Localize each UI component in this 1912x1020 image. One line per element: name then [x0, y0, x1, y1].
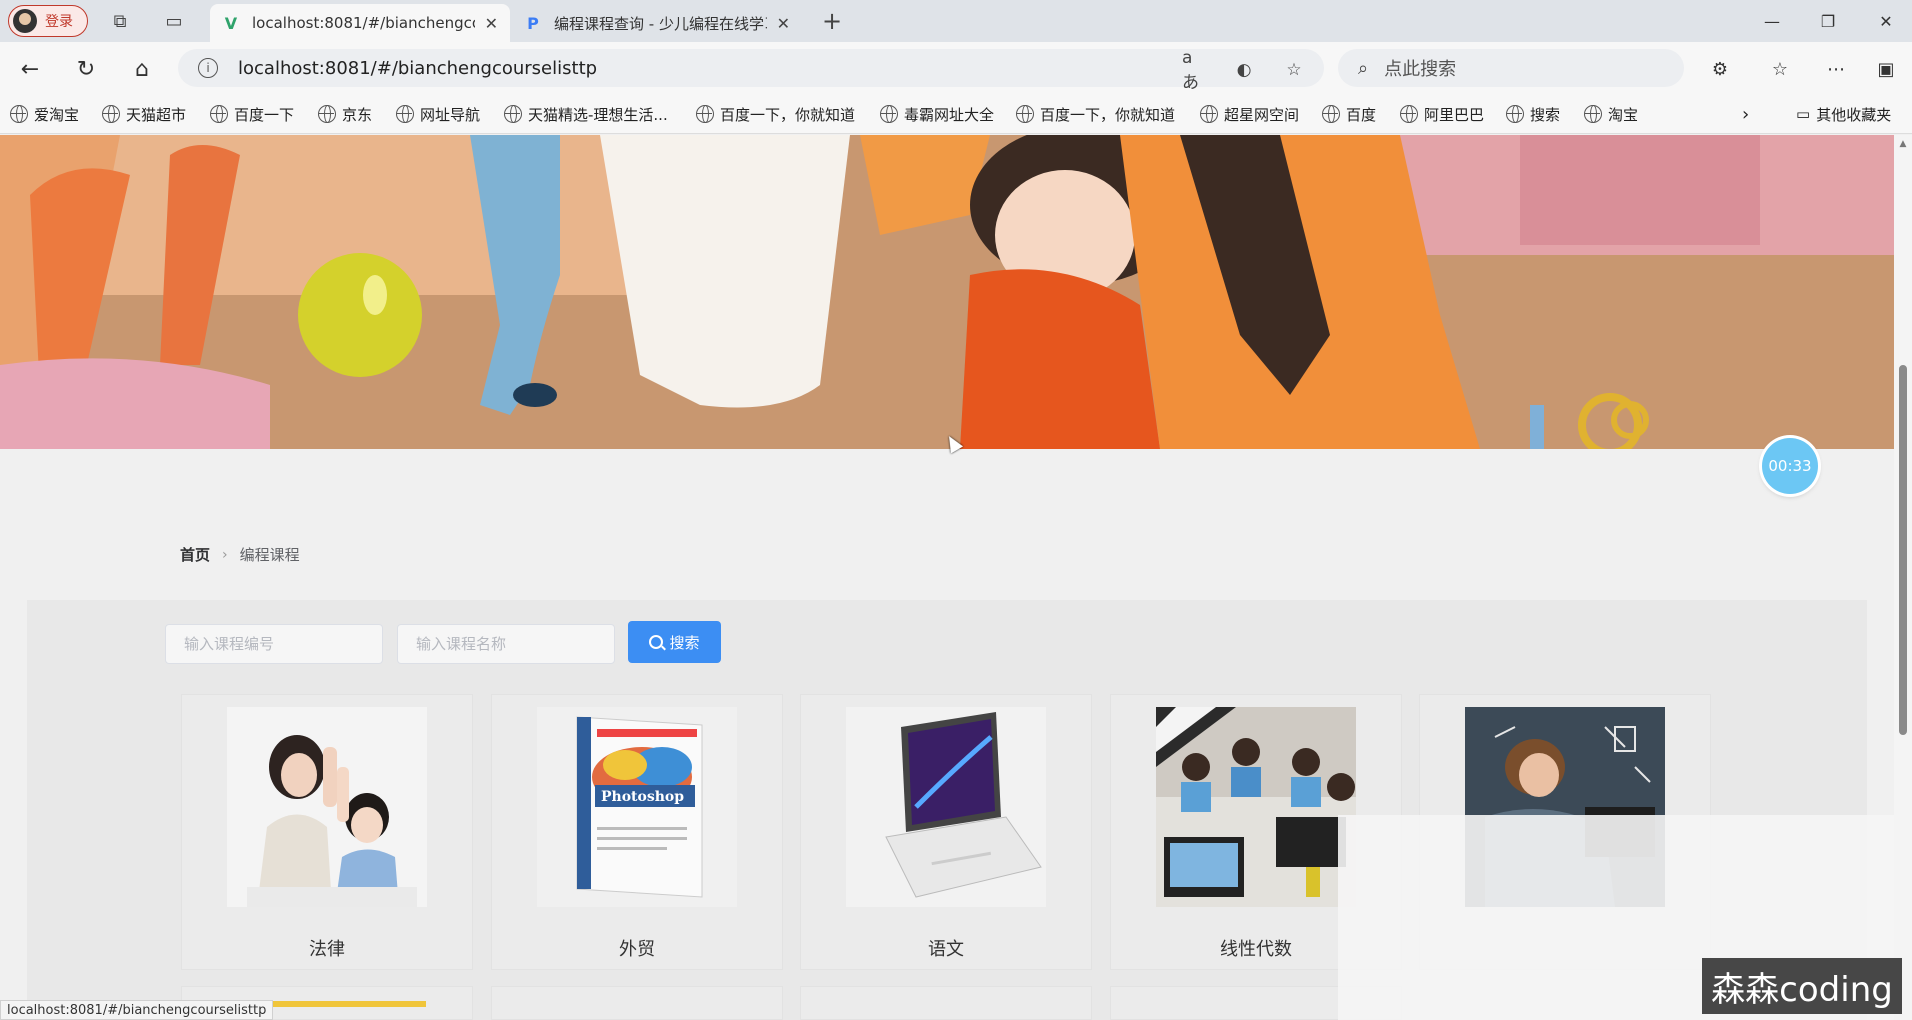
globe-icon — [1016, 105, 1034, 123]
edge-icon[interactable]: ◐ — [1232, 58, 1256, 82]
globe-icon — [102, 105, 120, 123]
back-icon[interactable]: ← — [16, 55, 44, 83]
status-bar: localhost:8081/#/bianchengcourselisttp — [0, 1000, 274, 1020]
home-icon[interactable]: ⌂ — [128, 55, 156, 83]
page-scrollbar[interactable]: ▲ — [1894, 135, 1912, 1020]
more-icon[interactable]: ⋯ — [1822, 55, 1850, 83]
favorites-icon[interactable]: ☆ — [1766, 55, 1794, 83]
globe-icon — [1506, 105, 1524, 123]
search-placeholder: 点此搜索 — [1384, 59, 1457, 80]
close-icon[interactable]: ✕ — [777, 14, 790, 33]
browser-toolbar: ← ↻ ⌂ i localhost:8081/#/bianchengcourse… — [0, 42, 1912, 94]
bookmark-item[interactable]: 百度 — [1322, 102, 1376, 126]
folder-icon: ▭ — [1796, 105, 1811, 123]
bookmark-item[interactable]: 京东 — [318, 102, 372, 126]
bookmark-item[interactable]: 百度一下，你就知道 — [696, 102, 855, 126]
close-icon[interactable]: ✕ — [485, 14, 498, 33]
course-card[interactable]: 语文 — [800, 694, 1092, 970]
bookmark-item[interactable]: 淘宝 — [1584, 102, 1638, 126]
course-name-input[interactable] — [397, 624, 615, 664]
scroll-up-icon[interactable]: ▲ — [1898, 139, 1908, 149]
watermark: 森森coding — [1702, 958, 1902, 1014]
globe-icon — [318, 105, 336, 123]
globe-icon — [10, 105, 28, 123]
course-title: 法律 — [309, 939, 345, 960]
browser-search-box[interactable]: ⌕ 点此搜索 — [1338, 49, 1684, 87]
globe-icon — [1322, 105, 1340, 123]
hero-banner — [0, 135, 1894, 449]
bookmark-item[interactable]: 天猫精选-理想生活... — [504, 102, 668, 126]
search-icon — [649, 635, 664, 649]
globe-icon — [396, 105, 414, 123]
search-button[interactable]: 搜索 — [628, 621, 721, 663]
course-card[interactable]: 法律 — [181, 694, 473, 970]
course-image — [227, 707, 427, 907]
search-icon: ⌕ — [1358, 57, 1369, 79]
bookmark-item[interactable]: 天猫超市 — [102, 102, 186, 126]
breadcrumb-home[interactable]: 首页 — [180, 544, 210, 565]
bookmarks-more-icon[interactable]: › — [1742, 102, 1749, 126]
tab-localhost[interactable]: V localhost:8081/#/bianchengcours ✕ — [210, 4, 510, 42]
bookmarks-bar: 爱淘宝 天猫超市 百度一下 京东 网址导航 天猫精选-理想生活... 百度一下，… — [0, 94, 1912, 134]
banner-illustration — [0, 135, 1894, 449]
course-image — [846, 707, 1046, 907]
browser-tabstrip: 登录 ⧉ ▭ V localhost:8081/#/bianchengcours… — [0, 0, 1912, 42]
profile-button[interactable]: 登录 — [8, 5, 88, 37]
info-icon[interactable]: i — [198, 58, 218, 78]
tab-title: localhost:8081/#/bianchengcours — [252, 14, 475, 32]
bookmark-item[interactable]: 百度一下 — [210, 102, 294, 126]
bookmark-item[interactable]: 毒霸网址大全 — [880, 102, 994, 126]
new-tab-icon[interactable]: + — [820, 7, 844, 35]
address-bar[interactable]: i localhost:8081/#/bianchengcourselisttp… — [178, 48, 1324, 93]
course-image — [1156, 707, 1356, 907]
window-close-icon[interactable]: ✕ — [1866, 8, 1906, 34]
course-card[interactable] — [800, 986, 1092, 1020]
globe-icon — [880, 105, 898, 123]
bookmark-item[interactable]: 爱淘宝 — [10, 102, 79, 126]
globe-icon — [1400, 105, 1418, 123]
scroll-thumb[interactable] — [1899, 365, 1907, 735]
read-aloud-icon[interactable]: aあ — [1182, 48, 1206, 93]
globe-icon — [504, 105, 522, 123]
svg-text:Photoshop: Photoshop — [601, 789, 684, 805]
bookmark-item[interactable]: 百度一下，你就知道 — [1016, 102, 1175, 126]
bookmark-item[interactable]: 搜索 — [1506, 102, 1560, 126]
course-image: Photoshop — [537, 707, 737, 907]
course-card[interactable]: Photoshop 外贸 — [491, 694, 783, 970]
extensions-icon[interactable]: ⚙ — [1706, 55, 1734, 83]
globe-icon — [1584, 105, 1602, 123]
bookmark-item[interactable]: 超星网空间 — [1200, 102, 1299, 126]
breadcrumb-current: 编程课程 — [239, 546, 300, 564]
globe-icon — [210, 105, 228, 123]
restore-icon[interactable]: ❐ — [1808, 8, 1848, 34]
tab-course-query[interactable]: P 编程课程查询 - 少儿编程在线学习 ✕ — [512, 4, 802, 42]
bookmark-item[interactable]: 网址导航 — [396, 102, 480, 126]
url-text[interactable]: localhost:8081/#/bianchengcourselisttp — [238, 58, 597, 79]
refresh-icon[interactable]: ↻ — [72, 55, 100, 83]
globe-icon — [696, 105, 714, 123]
minimize-icon[interactable]: — — [1752, 8, 1792, 34]
course-title: 外贸 — [619, 939, 655, 960]
avatar — [13, 9, 37, 33]
chevron-right-icon: › — [222, 546, 228, 563]
vue-icon: V — [224, 13, 238, 33]
favorite-star-icon[interactable]: ☆ — [1282, 58, 1306, 82]
course-card[interactable] — [491, 986, 783, 1020]
profile-label: 登录 — [45, 14, 73, 30]
p-site-icon: P — [527, 13, 539, 33]
sidebar-icon[interactable]: ▣ — [1872, 55, 1900, 83]
course-title: 语文 — [928, 939, 964, 960]
bookmark-item[interactable]: 阿里巴巴 — [1400, 102, 1484, 126]
search-button-label: 搜索 — [669, 633, 700, 652]
course-code-input[interactable] — [165, 624, 383, 664]
collections-icon[interactable]: ⧉ — [108, 9, 132, 33]
tab-title: 编程课程查询 - 少儿编程在线学习 — [554, 14, 767, 33]
breadcrumb: 首页 › 编程课程 — [180, 544, 300, 565]
other-bookmarks[interactable]: ▭ 其他收藏夹 — [1796, 102, 1891, 126]
timer-badge[interactable]: 00:33 — [1762, 438, 1818, 494]
globe-icon — [1200, 105, 1218, 123]
tab-actions-icon[interactable]: ▭ — [162, 9, 186, 33]
